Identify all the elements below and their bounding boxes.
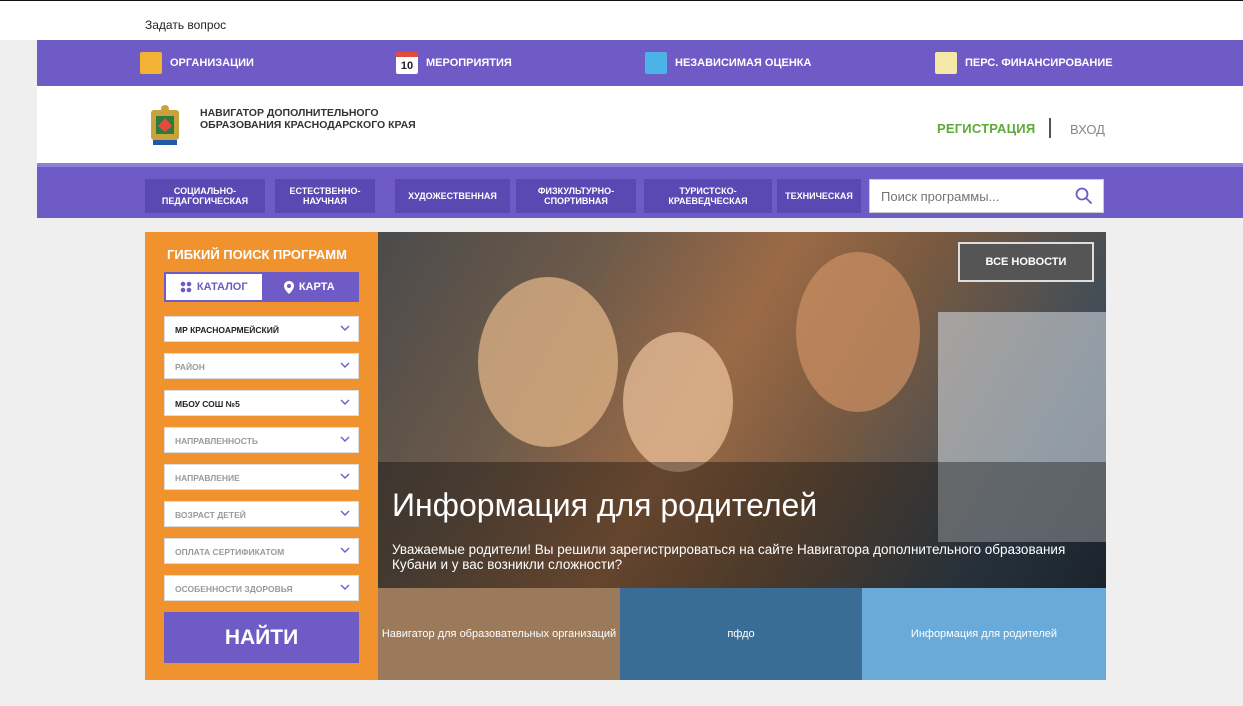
nav-assessment-label: НЕЗАВИСИМАЯ ОЦЕНКА <box>675 57 812 69</box>
nav-organizations-label: ОРГАНИЗАЦИИ <box>170 57 254 69</box>
select-placeholder: ОСОБЕННОСТИ ЗДОРОВЬЯ <box>175 584 293 594</box>
program-search <box>869 179 1104 213</box>
calendar-day: 10 <box>400 59 414 72</box>
site-title[interactable]: НАВИГАТОР ДОПОЛНИТЕЛЬНОГО ОБРАЗОВАНИЯ КР… <box>200 107 430 131</box>
search-icon[interactable] <box>1075 187 1093 205</box>
nav-financing-label: ПЕРС. ФИНАНСИРОВАНИЕ <box>965 57 1113 69</box>
family-photo <box>378 252 1106 588</box>
coat-of-arms-icon[interactable] <box>147 104 183 148</box>
certificate-select[interactable]: ОПЛАТА СЕРТИФИКАТОМ <box>164 538 359 564</box>
thumb-pfdo[interactable]: пфдо <box>620 588 862 680</box>
age-select[interactable]: ВОЗРАСТ ДЕТЕЙ <box>164 501 359 527</box>
filter-panel: ГИБКИЙ ПОИСК ПРОГРАММ КАТАЛОГ КАРТА МР К… <box>145 232 378 680</box>
tab-catalog[interactable]: КАТАЛОГ <box>166 274 262 300</box>
category-social[interactable]: СОЦИАЛЬНО-ПЕДАГОГИЧЕСКАЯ <box>145 179 265 213</box>
focus-select[interactable]: НАПРАВЛЕННОСТЬ <box>164 427 359 453</box>
buildings-icon <box>140 52 162 74</box>
health-select[interactable]: ОСОБЕННОСТИ ЗДОРОВЬЯ <box>164 575 359 601</box>
select-placeholder: ВОЗРАСТ ДЕТЕЙ <box>175 510 246 520</box>
news-thumbnails: Навигатор для образовательных организаци… <box>378 588 1106 680</box>
site-header: НАВИГАТОР ДОПОЛНИТЕЛЬНОГО ОБРАЗОВАНИЯ КР… <box>37 86 1243 163</box>
chevron-down-icon <box>340 584 350 590</box>
chevron-down-icon <box>340 362 350 368</box>
register-link[interactable]: РЕГИСТРАЦИЯ <box>937 121 1035 136</box>
category-technical[interactable]: ТЕХНИЧЕСКАЯ <box>777 179 861 213</box>
district-select[interactable]: РАЙОН <box>164 353 359 379</box>
select-placeholder: НАПРАВЛЕННОСТЬ <box>175 436 259 446</box>
tab-map[interactable]: КАРТА <box>261 274 357 300</box>
certificate-icon <box>935 52 957 74</box>
category-science[interactable]: ЕСТЕСТВЕННО-НАУЧНАЯ <box>275 179 375 213</box>
all-news-button[interactable]: ВСЕ НОВОСТИ <box>958 242 1094 282</box>
category-sport[interactable]: ФИЗКУЛЬТУРНО-СПОРТИВНАЯ <box>516 179 636 213</box>
select-placeholder: НАПРАВЛЕНИЕ <box>175 473 240 483</box>
ask-question-link[interactable]: Задать вопрос <box>145 18 226 32</box>
category-art[interactable]: ХУДОЖЕСТВЕННАЯ <box>395 179 510 213</box>
select-value: МБОУ СОШ №5 <box>175 399 240 409</box>
select-placeholder: ОПЛАТА СЕРТИФИКАТОМ <box>175 547 285 557</box>
select-value: МР КРАСНОАРМЕЙСКИЙ <box>175 325 279 335</box>
divider <box>1049 118 1051 138</box>
view-tabs: КАТАЛОГ КАРТА <box>164 272 359 302</box>
login-link[interactable]: ВХОД <box>1070 122 1105 137</box>
nav-events-label: МЕРОПРИЯТИЯ <box>426 57 512 69</box>
ask-bar: Задать вопрос <box>0 12 1243 40</box>
direction-select[interactable]: НАПРАВЛЕНИЕ <box>164 464 359 490</box>
thumb-parents-info[interactable]: Информация для родителей <box>862 588 1106 680</box>
chevron-down-icon <box>340 325 350 331</box>
organization-select[interactable]: МБОУ СОШ №5 <box>164 390 359 416</box>
map-pin-icon <box>283 280 294 294</box>
chart-icon <box>645 52 667 74</box>
news-slider[interactable]: ВСЕ НОВОСТИ Информация для родителей Ува… <box>378 232 1106 588</box>
nav-financing[interactable]: ПЕРС. ФИНАНСИРОВАНИЕ <box>935 51 1113 75</box>
slide-text: Уважаемые родители! Вы решили зарегистри… <box>392 542 1066 572</box>
category-bar: СОЦИАЛЬНО-ПЕДАГОГИЧЕСКАЯ ЕСТЕСТВЕННО-НАУ… <box>37 163 1243 218</box>
nav-events[interactable]: 10 МЕРОПРИЯТИЯ <box>396 51 512 75</box>
nav-organizations[interactable]: ОРГАНИЗАЦИИ <box>140 51 254 75</box>
municipality-select[interactable]: МР КРАСНОАРМЕЙСКИЙ <box>164 316 359 342</box>
chevron-down-icon <box>340 547 350 553</box>
slide-title: Информация для родителей <box>392 487 818 523</box>
calendar-icon: 10 <box>396 52 418 74</box>
select-placeholder: РАЙОН <box>175 362 205 372</box>
search-input[interactable] <box>879 188 1063 205</box>
tab-catalog-label: КАТАЛОГ <box>196 281 248 293</box>
filter-title: ГИБКИЙ ПОИСК ПРОГРАММ <box>167 247 347 262</box>
chevron-down-icon <box>340 510 350 516</box>
find-button[interactable]: НАЙТИ <box>164 612 359 663</box>
chevron-down-icon <box>340 473 350 479</box>
top-border <box>0 0 1243 12</box>
nav-assessment[interactable]: НЕЗАВИСИМАЯ ОЦЕНКА <box>645 51 811 75</box>
thumb-organizations[interactable]: Навигатор для образовательных организаци… <box>378 588 620 680</box>
category-tourism[interactable]: ТУРИСТСКО-КРАЕВЕДЧЕСКАЯ <box>644 179 772 213</box>
chevron-down-icon <box>340 399 350 405</box>
top-navigation: ОРГАНИЗАЦИИ 10 МЕРОПРИЯТИЯ НЕЗАВИСИМАЯ О… <box>37 40 1243 86</box>
chevron-down-icon <box>340 436 350 442</box>
grid-icon <box>180 281 192 293</box>
tab-map-label: КАРТА <box>298 281 335 293</box>
